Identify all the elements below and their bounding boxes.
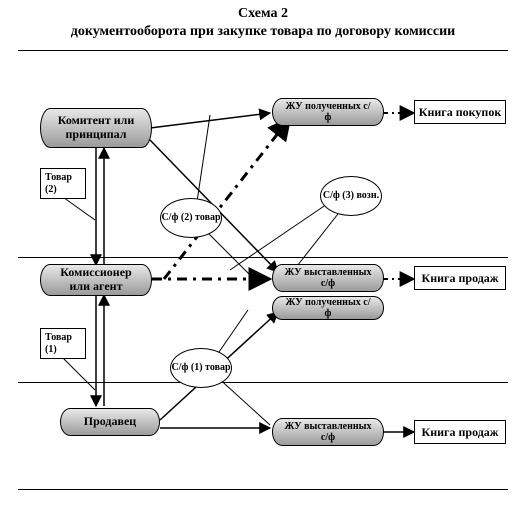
label-tovar-1: Товар (1) — [40, 328, 86, 359]
node-zhu-poluch-top: ЖУ полученных с/ф — [272, 98, 384, 126]
node-zhu-vystav-mid: ЖУ выставленных с/ф — [272, 264, 384, 292]
node-kniga-prodazh-mid: Книга продаж — [414, 266, 506, 290]
diagram-title-line2: документооборота при закупке товара по д… — [0, 24, 526, 40]
node-kniga-pokupok: Книга покупок — [414, 100, 506, 124]
label-sf-2: С/ф (2) товар — [160, 198, 222, 238]
label-sf-1: С/ф (1) товар — [170, 348, 232, 388]
diagram-title-line1: Схема 2 — [0, 6, 526, 22]
node-prodavec: Продавец — [60, 408, 160, 436]
divider-bottom — [18, 489, 508, 490]
divider-mid-upper — [18, 257, 508, 258]
node-komitent: Комитент или принципал — [40, 108, 152, 148]
node-zhu-poluch-mid: ЖУ полученных с/ф — [272, 296, 384, 320]
node-komissioner: Комиссионер или агент — [40, 264, 152, 296]
node-zhu-vystav-bot: ЖУ выставленных с/ф — [272, 418, 384, 446]
divider-top — [18, 50, 508, 51]
label-sf-3: С/ф (3) возн. — [320, 176, 382, 216]
node-kniga-prodazh-bot: Книга продаж — [414, 420, 506, 444]
label-tovar-2: Товар (2) — [40, 168, 86, 199]
divider-mid-lower — [18, 382, 508, 383]
